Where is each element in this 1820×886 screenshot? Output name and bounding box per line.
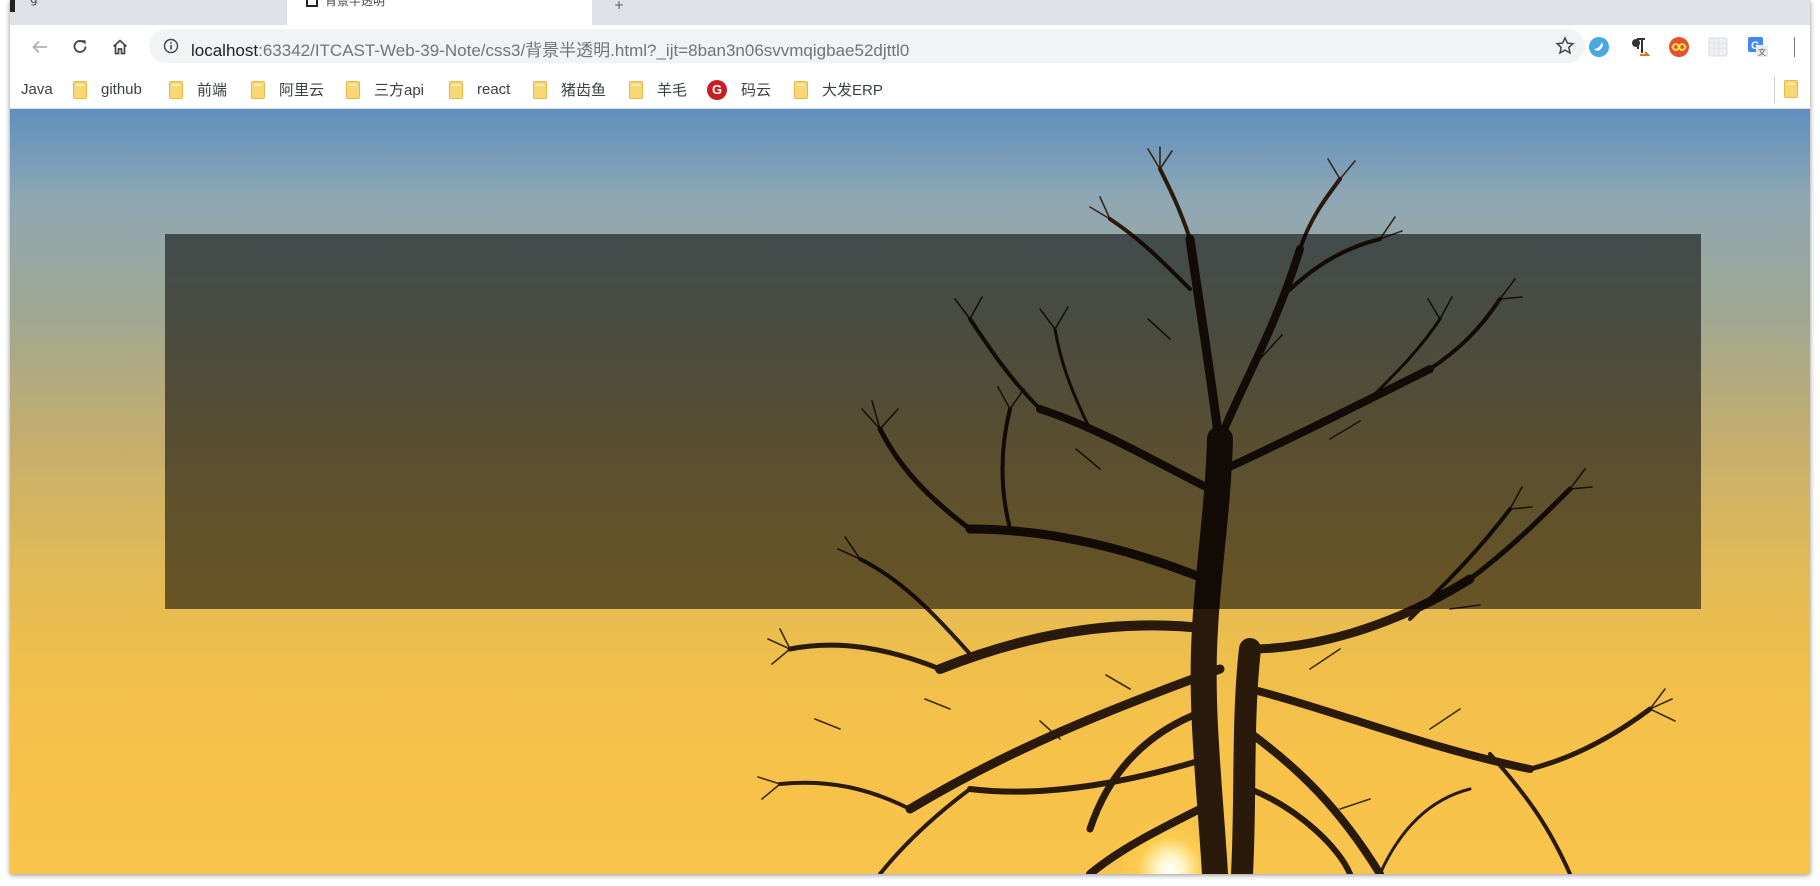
- bookmarks-bar: Java github 前端 阿里云 三方api react 猪齿鱼 羊毛 G …: [10, 71, 1810, 109]
- bookmark-label: github: [101, 81, 142, 98]
- bookmark-choerodon[interactable]: 猪齿鱼: [533, 71, 606, 108]
- url-text[interactable]: localhost:63342/ITCAST-Web-39-Note/css3/…: [191, 36, 909, 61]
- bookmark-yangmao[interactable]: 羊毛: [629, 71, 687, 108]
- gitee-icon: G: [707, 79, 727, 100]
- browser-window: g 背景半透明 +: [10, 0, 1810, 874]
- tab-active[interactable]: 背景半透明: [287, 0, 592, 25]
- extension-paragraph-icon[interactable]: [1626, 34, 1652, 60]
- url-path: :63342/ITCAST-Web-39-Note/css3/背景半透明.htm…: [258, 41, 910, 60]
- extension-grid-icon[interactable]: [1705, 34, 1731, 60]
- tab-strip: g 背景半透明 +: [10, 0, 1810, 25]
- bookmark-github[interactable]: github: [73, 71, 142, 108]
- bird-icon: [1589, 37, 1609, 57]
- tab-title: g: [30, 0, 38, 6]
- extension-translate-icon[interactable]: G 文: [1745, 34, 1771, 60]
- bookmark-label: 阿里云: [279, 82, 325, 99]
- infinity-icon: [1669, 37, 1689, 57]
- bookmark-label: Java: [21, 81, 53, 98]
- semi-transparent-box: [165, 234, 1701, 609]
- translate-icon: G 文: [1748, 37, 1768, 57]
- folder-icon: [794, 80, 808, 99]
- folder-icon: [533, 80, 547, 99]
- url-host: localhost: [191, 41, 259, 60]
- bookmark-label: 三方api: [374, 82, 425, 99]
- grid-icon: [1708, 37, 1728, 57]
- bookmarks-divider: [1774, 77, 1775, 103]
- address-bar[interactable]: localhost:63342/ITCAST-Web-39-Note/css3/…: [149, 29, 1585, 63]
- bookmark-frontend[interactable]: 前端: [169, 71, 227, 108]
- bookmark-gitee[interactable]: G 码云: [707, 71, 771, 108]
- bookmark-label: 猪齿鱼: [561, 82, 607, 99]
- page-viewport: [10, 109, 1810, 874]
- new-tab-icon[interactable]: +: [614, 0, 624, 12]
- folder-icon: [346, 80, 360, 99]
- folder-icon: [251, 80, 265, 99]
- extension-bird-icon[interactable]: [1586, 34, 1612, 60]
- folder-icon: [73, 80, 87, 99]
- bookmark-label: 码云: [741, 82, 772, 99]
- bookmark-label: react: [477, 81, 511, 98]
- bookmark-label: 大发ERP: [822, 82, 883, 99]
- folder-icon: [629, 80, 643, 99]
- bookmark-label: 羊毛: [657, 82, 688, 99]
- arrow-left-icon: [32, 40, 47, 54]
- info-icon[interactable]: [163, 38, 179, 54]
- back-button[interactable]: [24, 31, 56, 63]
- home-button[interactable]: [104, 31, 136, 63]
- tab-title: 背景半透明: [325, 0, 386, 8]
- extension-infinity-icon[interactable]: [1666, 34, 1692, 60]
- reload-button[interactable]: [64, 31, 96, 63]
- home-icon: [112, 39, 128, 55]
- bookmark-java[interactable]: Java: [21, 71, 53, 108]
- page-icon: [306, 0, 318, 7]
- bookmark-dafa-erp[interactable]: 大发ERP: [794, 71, 883, 108]
- svg-text:文: 文: [1758, 47, 1766, 57]
- bookmark-label: 前端: [197, 82, 228, 99]
- folder-icon: [449, 80, 463, 99]
- pilcrow-icon: [1632, 38, 1650, 56]
- tab-inactive[interactable]: g: [10, 0, 280, 25]
- other-bookmarks-folder-icon[interactable]: [1784, 80, 1798, 98]
- menu-edge: [1794, 37, 1798, 57]
- folder-icon: [169, 80, 183, 99]
- bookmark-star-icon[interactable]: [1555, 36, 1575, 56]
- toolbar: localhost:63342/ITCAST-Web-39-Note/css3/…: [10, 25, 1810, 71]
- reload-icon: [73, 40, 87, 53]
- bookmark-aliyun[interactable]: 阿里云: [251, 71, 324, 108]
- bookmark-react[interactable]: react: [449, 71, 510, 108]
- bookmark-third-party-api[interactable]: 三方api: [346, 71, 424, 108]
